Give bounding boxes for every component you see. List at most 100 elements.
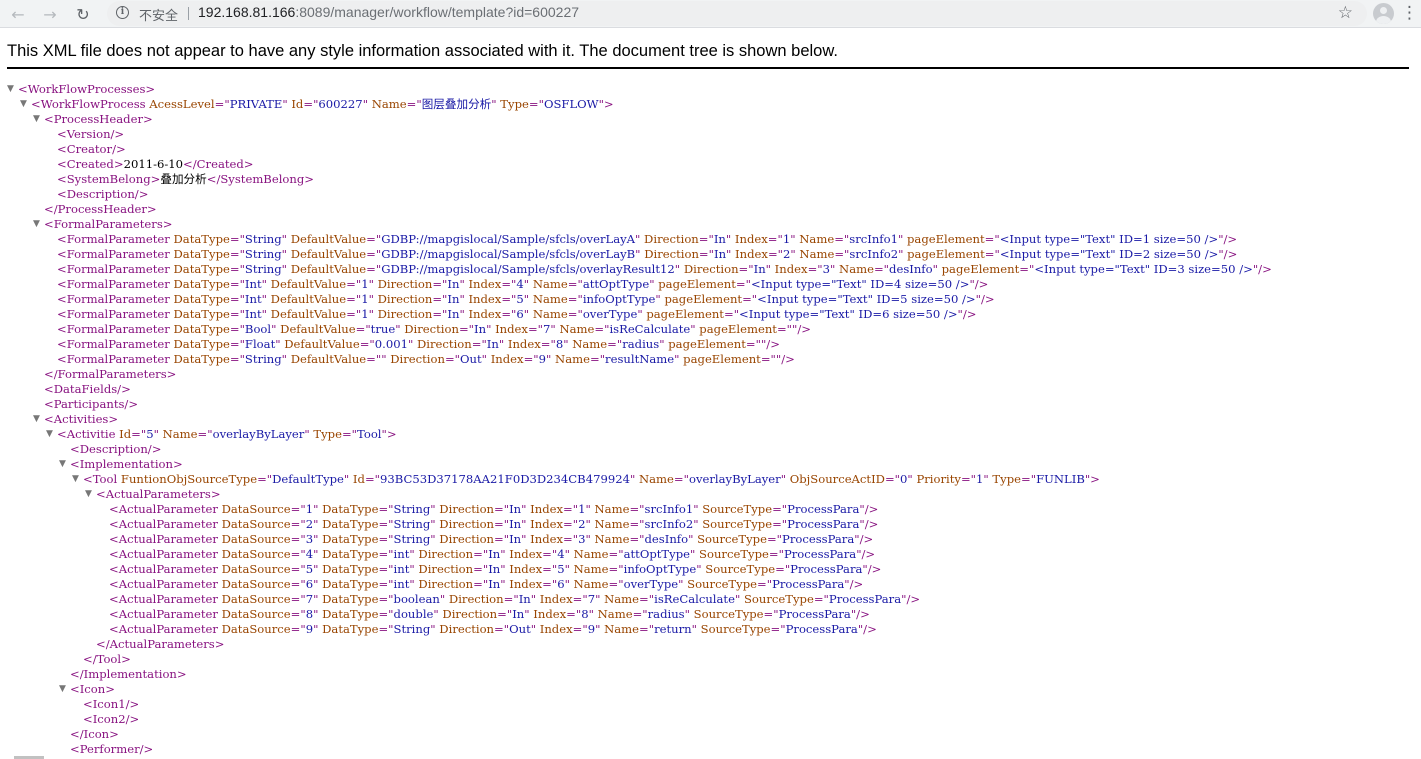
xml-line: <ActualParameter DataSource="8" DataType… <box>0 607 1421 622</box>
xml-tag: =" <box>572 622 588 636</box>
back-button[interactable]: ← <box>6 2 30 26</box>
xml-attr-name: pageElement <box>903 247 985 261</box>
xml-tag: =" <box>473 562 489 576</box>
collapse-toggle-icon[interactable]: ▼ <box>59 682 66 697</box>
xml-tag: =" <box>503 592 519 606</box>
collapse-toggle-icon[interactable]: ▼ <box>46 427 53 442</box>
xml-attr-value: In <box>518 592 531 606</box>
xml-tag: =" <box>807 262 823 276</box>
xml-attr-name: Index <box>505 562 543 576</box>
xml-attr-value: overlayByLayer <box>688 472 781 486</box>
xml-line: ▼ <Tool FuntionObjSourceType="DefaultType… <box>0 472 1421 487</box>
xml-tag: <FormalParameter <box>57 247 170 261</box>
xml-attr-value: Int <box>244 292 262 306</box>
xml-tag: <Implementation> <box>70 457 183 471</box>
xml-attr-name: Name <box>590 517 630 531</box>
xml-attr-name: Index <box>536 622 573 636</box>
xml-attr-name: Direction <box>435 517 495 531</box>
collapse-toggle-icon[interactable]: ▼ <box>59 457 66 472</box>
kebab-menu-icon[interactable]: ⋮ <box>1401 3 1418 24</box>
xml-tag: "/> <box>792 322 811 336</box>
forward-arrow-icon: → <box>43 4 57 24</box>
info-icon[interactable]: i <box>116 6 129 19</box>
xml-attr-value: In <box>447 307 460 321</box>
xml-tag: =" <box>290 562 306 576</box>
forward-button[interactable]: → <box>38 2 62 26</box>
xml-attr-value: Bool <box>244 322 272 336</box>
xml-attr-value: 6 <box>516 307 524 321</box>
xml-attr-name: Index <box>464 307 502 321</box>
xml-attr-value: In <box>753 262 766 276</box>
collapse-toggle-icon[interactable]: ▼ <box>72 472 79 487</box>
xml-attr-value: Out <box>509 622 531 636</box>
xml-attr-value: String <box>244 262 282 276</box>
url-text[interactable]: 192.168.81.166:8089/manager/workflow/tem… <box>198 4 579 20</box>
reload-button[interactable]: ↻ <box>71 2 95 26</box>
xml-line: ▼ <ActualParameters> <box>0 487 1421 502</box>
xml-attr-value: isReCalculate <box>609 322 691 336</box>
collapse-toggle-icon[interactable]: ▼ <box>7 82 14 97</box>
address-bar[interactable]: i 不安全 192.168.81.166:8089/manager/workfl… <box>107 1 1367 26</box>
xml-attr-name: ObjSourceActID <box>786 472 885 486</box>
xml-text: 2011-6-10 <box>123 157 184 171</box>
xml-tag: =" <box>1019 262 1035 276</box>
xml-tag: "/> <box>854 532 874 546</box>
collapse-toggle-icon[interactable]: ▼ <box>33 112 40 127</box>
collapse-toggle-icon[interactable]: ▼ <box>33 412 40 427</box>
xml-tag: =" <box>834 232 850 246</box>
xml-attr-value: isReCalculate <box>654 592 735 606</box>
xml-attr-value: In <box>509 517 522 531</box>
xml-tag: =" <box>229 247 245 261</box>
security-status[interactable]: 不安全 <box>139 5 178 24</box>
xml-attr-value: 7 <box>305 592 314 606</box>
xml-tag: "/> <box>760 337 780 351</box>
xml-tag: <FormalParameter <box>57 322 170 336</box>
xml-attr-name: Index <box>526 517 564 531</box>
xml-tag: =" <box>494 532 510 546</box>
xml-tag: </Tool> <box>83 652 131 666</box>
xml-attr-name: DataSource <box>217 532 291 546</box>
collapse-toggle-icon[interactable]: ▼ <box>33 217 40 232</box>
xml-attr-name: Name <box>368 97 407 111</box>
xml-tag: <FormalParameter <box>57 277 170 291</box>
xml-tag: =" <box>608 547 624 561</box>
xml-tag: =" <box>639 592 655 606</box>
xml-attr-name: Direction <box>413 337 472 351</box>
xml-attr-name: pageElement <box>660 292 743 306</box>
xml-tag: <FormalParameter <box>57 292 170 306</box>
xml-line: <FormalParameter DataType="String" Defau… <box>0 247 1421 262</box>
xml-attr-value: 7 <box>587 592 596 606</box>
xml-attr-name: DataType <box>318 547 379 561</box>
xml-attr-value: overType <box>623 577 679 591</box>
xml-line: <ActualParameter DataSource="3" DataType… <box>0 532 1421 547</box>
xml-tag: <ActualParameter <box>109 577 218 591</box>
xml-line: <Participants/> <box>0 397 1421 412</box>
xml-attr-name: DataType <box>318 502 379 516</box>
collapse-toggle-icon[interactable]: ▼ <box>20 97 27 112</box>
xml-line: <FormalParameter DataType="String" Defau… <box>0 352 1421 367</box>
xml-tag: =" <box>444 352 461 366</box>
xml-attr-value: 3 <box>822 262 831 276</box>
xml-tag: =" <box>632 607 648 621</box>
xml-attr-name: Name <box>551 352 590 366</box>
xml-text: 叠加分析 <box>160 172 207 186</box>
xml-tag: <Icon> <box>70 682 115 696</box>
address-divider <box>188 7 189 20</box>
xml-attr-name: Id <box>115 427 132 441</box>
xml-line: <Creator/> <box>0 142 1421 157</box>
xml-tag: "/> <box>856 547 876 561</box>
xml-attr-value: ProcessPara <box>782 532 855 546</box>
xml-tag: =" <box>501 292 517 306</box>
collapse-toggle-icon[interactable]: ▼ <box>85 487 92 502</box>
xml-line: ▼ <Icon> <box>0 682 1421 697</box>
xml-tag: =" <box>290 532 306 546</box>
xml-attr-name: pageElement <box>695 322 777 336</box>
avatar-icon[interactable] <box>1373 3 1394 24</box>
xml-attr-name: DefaultValue <box>266 307 347 321</box>
xml-attr-value: double <box>393 607 434 621</box>
xml-tag: =" <box>873 262 890 276</box>
xml-line: <Description/> <box>0 187 1421 202</box>
xml-attr-value: srcInfo2 <box>644 517 694 531</box>
star-icon[interactable]: ☆ <box>1338 3 1353 23</box>
xml-attr-value: ProcessPara <box>772 577 845 591</box>
